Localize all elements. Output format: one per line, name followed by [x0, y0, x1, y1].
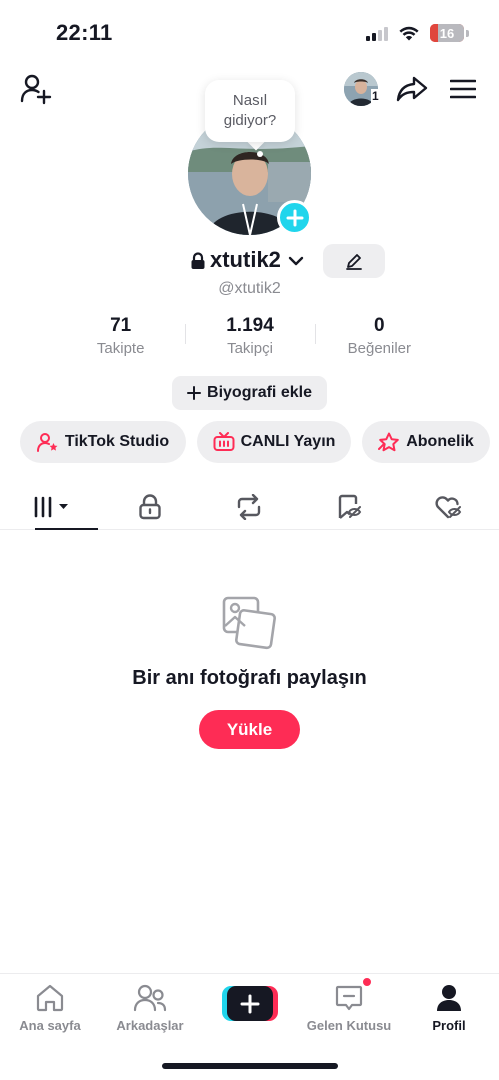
nav-friends[interactable]: Arkadaşlar	[100, 982, 200, 1033]
profile-stats: 71 Takipte 1.194 Takipçi 0 Beğeniler	[56, 314, 444, 364]
videos-grid-icon	[31, 496, 68, 517]
plus-icon	[286, 209, 303, 226]
add-user-icon	[20, 74, 52, 105]
add-friend-button[interactable]	[18, 72, 54, 106]
tab-liked[interactable]	[399, 484, 499, 529]
status-bar: 22:11 16	[0, 0, 499, 64]
nav-inbox[interactable]: Gelen Kutusu	[299, 982, 399, 1033]
upload-button[interactable]: Yükle	[199, 710, 300, 749]
stat-value: 1.194	[226, 315, 274, 336]
live-button[interactable]: CANLI Yayın	[197, 421, 351, 463]
stat-following[interactable]: 71 Takipte	[56, 314, 185, 364]
liked-hidden-icon	[435, 495, 462, 518]
nav-profile-label: Profil	[432, 1018, 466, 1033]
share-profile-button[interactable]	[394, 72, 430, 106]
content-tabs	[0, 484, 499, 530]
home-icon	[36, 984, 64, 1012]
private-lock-icon	[191, 252, 205, 269]
nav-home[interactable]: Ana sayfa	[0, 982, 100, 1033]
inbox-notification-dot	[362, 977, 372, 987]
hamburger-menu-icon	[450, 79, 476, 99]
add-bio-label: Biyografi ekle	[207, 384, 312, 401]
share-arrow-icon	[396, 76, 428, 102]
nav-friends-label: Arkadaşlar	[116, 1018, 184, 1033]
home-indicator	[162, 1063, 338, 1069]
profile-icon	[437, 985, 461, 1011]
stat-label: Takipte	[96, 340, 145, 357]
studio-user-star-icon	[36, 433, 58, 452]
status-note-bubble[interactable]: Nasıl gidiyor?	[205, 80, 295, 142]
battery-icon: 16	[430, 24, 464, 42]
edit-profile-button[interactable]	[323, 244, 385, 278]
pencil-icon	[346, 254, 362, 270]
subscription-star-icon	[378, 432, 400, 452]
stat-likes[interactable]: 0 Beğeniler	[314, 314, 444, 364]
subscription-button[interactable]: Abonelik	[362, 421, 490, 463]
plus-icon	[187, 386, 202, 400]
stat-value: 71	[110, 315, 132, 336]
live-label: CANLI Yayın	[240, 433, 336, 450]
inbox-icon	[335, 985, 363, 1011]
nav-profile[interactable]: Profil	[399, 982, 499, 1033]
wifi-icon	[399, 26, 419, 41]
status-note-text: Nasıl gidiyor?	[223, 92, 277, 129]
tiktok-studio-button[interactable]: TikTok Studio	[20, 421, 186, 463]
add-story-button[interactable]	[277, 200, 312, 235]
stat-label: Takipçi	[227, 340, 273, 357]
tab-favorites[interactable]	[299, 484, 399, 529]
status-time: 22:11	[56, 20, 113, 45]
battery-level: 16	[439, 25, 455, 41]
nav-home-label: Ana sayfa	[19, 1018, 81, 1033]
photos-icon	[222, 596, 276, 650]
account-notification-count: 1	[371, 89, 380, 103]
favorites-hidden-icon	[339, 494, 362, 519]
plus-icon	[240, 994, 260, 1013]
user-handle: @xtutik2	[218, 280, 281, 297]
create-button[interactable]	[222, 986, 278, 1021]
stat-label: Beğeniler	[347, 340, 412, 357]
stat-value: 0	[374, 315, 385, 336]
tab-videos[interactable]	[0, 484, 100, 530]
chevron-down-icon[interactable]	[288, 254, 304, 268]
lock-icon	[138, 493, 161, 519]
repost-icon	[238, 493, 261, 520]
subscription-label: Abonelik	[406, 433, 474, 450]
stat-followers[interactable]: 1.194 Takipçi	[185, 314, 314, 364]
username-row: xtutik2	[0, 244, 499, 278]
empty-state-title: Bir anı fotoğrafı paylaşın	[132, 667, 367, 689]
live-tv-icon	[213, 432, 235, 451]
menu-button[interactable]	[446, 72, 480, 106]
tab-private[interactable]	[100, 484, 200, 529]
username[interactable]: xtutik2	[210, 247, 281, 273]
tab-reposts[interactable]	[200, 484, 300, 529]
nav-inbox-label: Gelen Kutusu	[306, 1018, 392, 1033]
tiktok-studio-label: TikTok Studio	[64, 433, 170, 450]
cellular-signal-icon	[366, 27, 388, 41]
friends-icon	[133, 984, 167, 1012]
add-bio-button[interactable]: Biyografi ekle	[172, 376, 327, 410]
